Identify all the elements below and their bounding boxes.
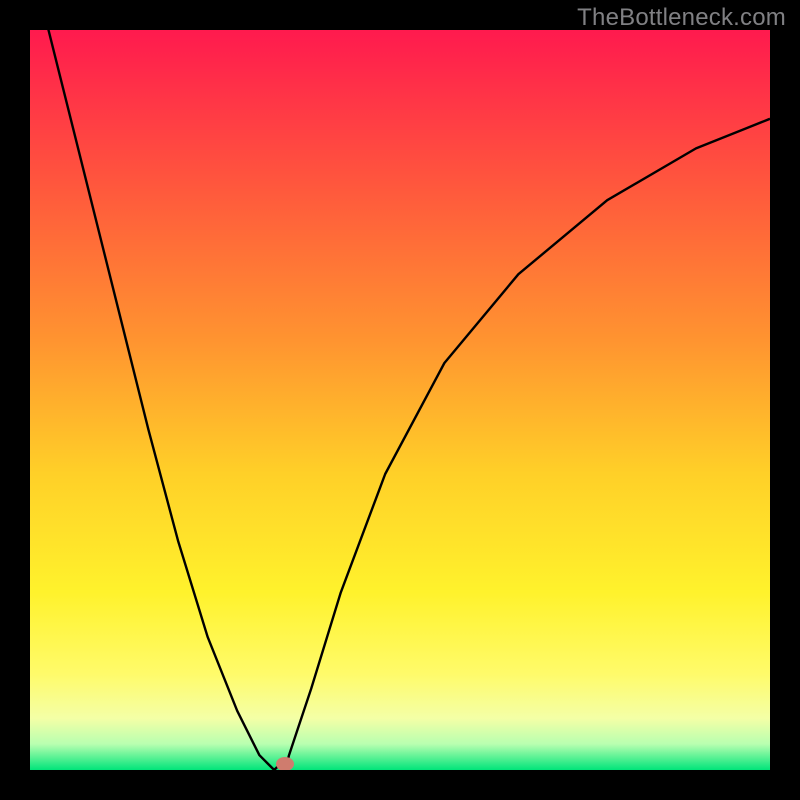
plot-area [30, 30, 770, 770]
optimum-marker [276, 757, 294, 770]
chart-frame: TheBottleneck.com [0, 0, 800, 800]
watermark-text: TheBottleneck.com [577, 4, 786, 32]
bottleneck-curve [30, 30, 770, 770]
bottleneck-curve-svg [30, 30, 770, 770]
